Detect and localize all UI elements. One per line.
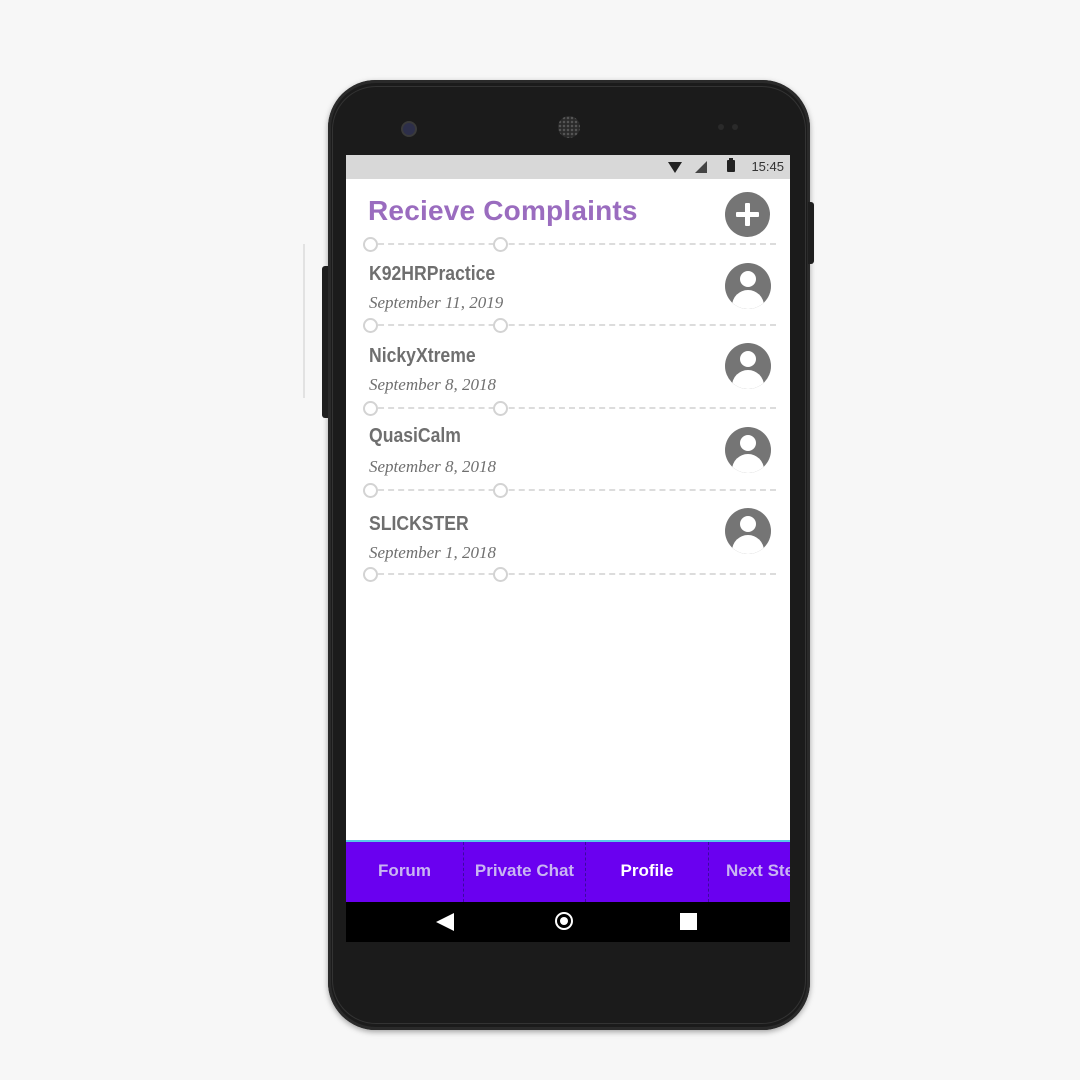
tab-profile[interactable]: Profile — [586, 842, 709, 902]
divider-handle — [493, 401, 508, 416]
divider — [368, 407, 776, 409]
divider-handle — [493, 567, 508, 582]
divider-handle — [493, 483, 508, 498]
divider-handle — [363, 318, 378, 333]
wifi-icon — [668, 162, 682, 173]
divider — [368, 243, 776, 245]
divider — [368, 324, 776, 326]
tab-forum[interactable]: Forum — [346, 842, 464, 902]
complaint-user-name: K92HRPractice — [369, 263, 496, 285]
page-title: Recieve Complaints — [368, 195, 638, 226]
account-circle-icon — [725, 427, 771, 473]
bottom-navigation-bar: Forum Private Chat Profile Next Ste — [346, 840, 790, 904]
account-circle-icon — [725, 508, 771, 554]
phone-screen: 15:45 Recieve Complaints K92HRPractice S… — [346, 155, 790, 942]
status-bar: 15:45 — [346, 155, 790, 179]
volume-button — [322, 266, 328, 418]
background-guide-line — [303, 244, 305, 398]
complaint-user-name: QuasiCalm — [369, 425, 461, 447]
battery-icon — [727, 158, 735, 172]
tab-private-chat[interactable]: Private Chat — [464, 842, 586, 902]
complaint-date: September 1, 2018 — [369, 543, 497, 562]
sensor-icon — [718, 124, 724, 130]
back-triangle-icon[interactable] — [436, 913, 454, 931]
account-circle-icon — [725, 343, 771, 389]
front-camera-icon — [401, 121, 417, 137]
complaint-user-name: NickyXtreme — [369, 345, 476, 367]
system-navigation-bar — [346, 902, 790, 942]
complaint-date: September 8, 2018 — [369, 375, 497, 394]
earpiece-speaker-icon — [558, 116, 580, 138]
cell-signal-icon — [695, 161, 707, 173]
divider-handle — [363, 567, 378, 582]
home-circle-icon[interactable] — [555, 912, 573, 930]
divider-handle — [493, 318, 508, 333]
divider-handle — [363, 401, 378, 416]
account-circle-icon — [725, 263, 771, 309]
complaint-date: September 8, 2018 — [369, 457, 497, 476]
complaint-user-name: SLICKSTER — [369, 513, 469, 535]
add-complaint-button[interactable] — [725, 192, 770, 237]
power-button — [808, 202, 814, 264]
divider-handle — [363, 237, 378, 252]
divider — [368, 489, 776, 491]
divider-handle — [363, 483, 378, 498]
recents-square-icon[interactable] — [680, 913, 697, 930]
status-time: 15:45 — [751, 159, 784, 174]
tab-next-steps[interactable]: Next Ste — [709, 842, 790, 902]
sensor-icon — [732, 124, 738, 130]
divider-handle — [493, 237, 508, 252]
complaint-date: September 11, 2019 — [369, 293, 504, 312]
divider — [368, 573, 776, 575]
